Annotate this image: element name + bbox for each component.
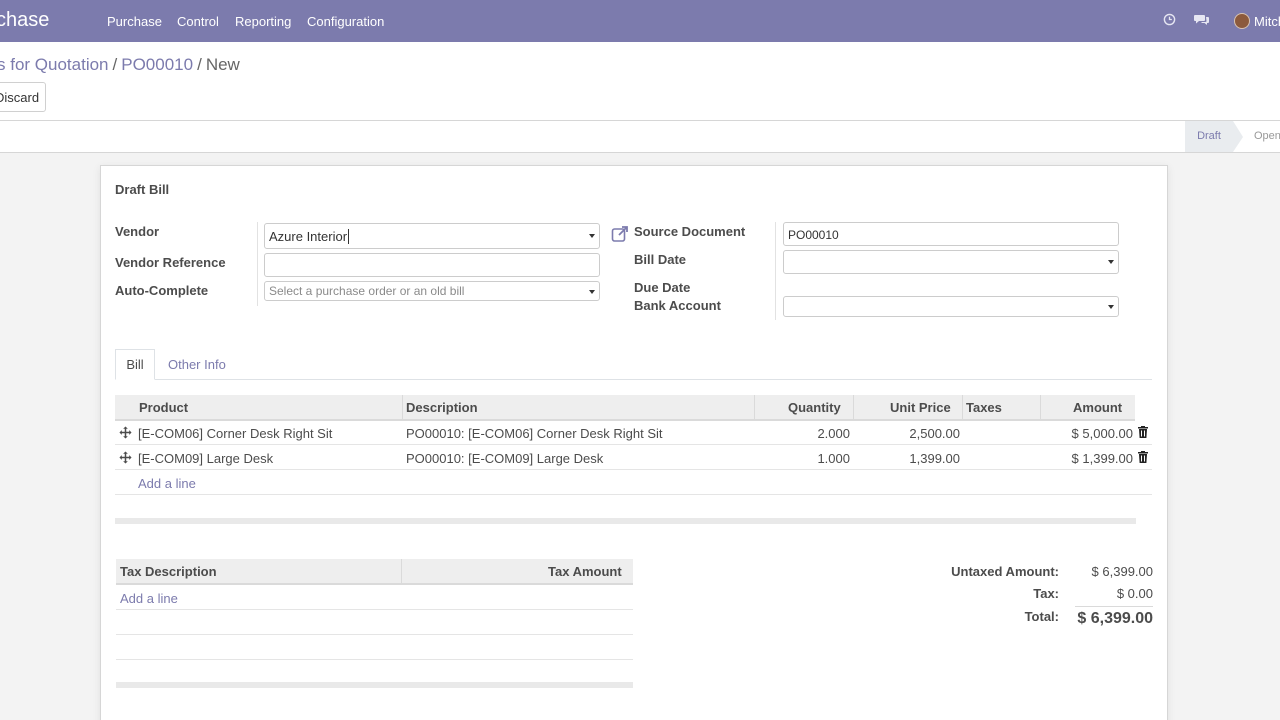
col-separator — [853, 395, 854, 419]
untaxed-amount-value: $ 6,399.00 — [1091, 564, 1153, 579]
table-row[interactable]: [E-COM09] Large Desk PO00010: [E-COM09] … — [115, 446, 1152, 470]
field-divider — [775, 222, 776, 320]
line-product[interactable]: [E-COM06] Corner Desk Right Sit — [138, 426, 332, 441]
line-product[interactable]: [E-COM09] Large Desk — [138, 451, 273, 466]
user-name[interactable]: Mitch — [1254, 14, 1280, 29]
due-date-label: Due Date — [634, 280, 691, 295]
tax-label: Tax: — [1033, 586, 1059, 601]
bill-date-label: Bill Date — [634, 252, 687, 267]
line-quantity[interactable]: 1.000 — [785, 451, 850, 466]
auto-complete-caret[interactable] — [589, 290, 595, 294]
line-unit-price[interactable]: 2,500.00 — [890, 426, 960, 441]
source-document-input[interactable]: PO00010 — [783, 222, 1119, 246]
vendor-value: Azure Interior — [269, 229, 348, 244]
tab-other-info[interactable]: Other Info — [168, 357, 226, 372]
total-label: Total: — [1024, 609, 1059, 624]
field-divider — [257, 222, 258, 306]
app-name[interactable]: chase — [0, 9, 49, 32]
col-tax-amount[interactable]: Tax Amount — [548, 564, 622, 579]
menu-reporting[interactable]: Reporting — [235, 14, 291, 29]
auto-complete-select[interactable]: Select a purchase order or an old bill — [264, 281, 600, 301]
col-product[interactable]: Product — [139, 400, 188, 415]
menu-configuration[interactable]: Configuration — [307, 14, 384, 29]
col-quantity[interactable]: Quantity — [788, 400, 841, 415]
source-document-label: Source Document — [634, 224, 746, 239]
tax-row-empty — [116, 635, 633, 660]
add-tax-line-link[interactable]: Add a line — [120, 591, 178, 606]
bill-date-caret[interactable] — [1108, 260, 1114, 264]
untaxed-amount-label: Untaxed Amount: — [951, 564, 1059, 579]
lines-table-header: Product Description Quantity Unit Price … — [115, 395, 1135, 421]
table-row[interactable]: [E-COM06] Corner Desk Right Sit PO00010:… — [115, 421, 1152, 445]
col-separator — [402, 395, 403, 419]
tab-bill[interactable]: Bill — [115, 349, 155, 380]
col-separator — [754, 395, 755, 419]
vendor-dropdown-caret[interactable] — [589, 234, 595, 238]
vendor-input[interactable]: Azure Interior — [264, 223, 600, 249]
clock-icon[interactable] — [1163, 13, 1176, 26]
trash-icon[interactable] — [1138, 451, 1148, 463]
add-line-link[interactable]: Add a line — [138, 476, 196, 491]
chat-icon[interactable] — [1194, 13, 1210, 27]
menu-purchase[interactable]: Purchase — [107, 14, 162, 29]
line-amount: $ 1,399.00 — [1071, 451, 1133, 466]
bank-account-label: Bank Account — [634, 298, 721, 313]
drag-handle-icon[interactable] — [119, 426, 132, 439]
tax-value: $ 0.00 — [1116, 586, 1153, 601]
form-title: Draft Bill — [115, 182, 170, 197]
status-arrow — [1233, 121, 1243, 152]
vendor-reference-label: Vendor Reference — [115, 255, 226, 270]
col-unit-price[interactable]: Unit Price — [890, 400, 951, 415]
add-line-row: Add a line — [115, 471, 1152, 495]
menu-control[interactable]: Control — [177, 14, 219, 29]
line-unit-price[interactable]: 1,399.00 — [890, 451, 960, 466]
add-line-row: Add a line — [116, 585, 633, 610]
breadcrumb-separator: / — [112, 55, 118, 74]
line-quantity[interactable]: 2.000 — [785, 426, 850, 441]
line-amount: $ 5,000.00 — [1071, 426, 1133, 441]
status-step-draft[interactable]: Draft — [1185, 121, 1233, 152]
col-taxes[interactable]: Taxes — [966, 400, 1002, 415]
line-description[interactable]: PO00010: [E-COM06] Corner Desk Right Sit — [406, 426, 663, 441]
breadcrumb-separator: / — [197, 55, 202, 74]
tax-table-footer-bar — [116, 682, 633, 688]
status-step-open[interactable]: Open — [1254, 121, 1280, 152]
col-separator — [1040, 395, 1041, 419]
user-avatar[interactable] — [1234, 13, 1250, 29]
vendor-reference-input[interactable] — [264, 253, 600, 277]
col-tax-description[interactable]: Tax Description — [120, 564, 217, 579]
breadcrumb-current: New — [205, 55, 240, 74]
totals-divider — [1075, 606, 1153, 607]
auto-complete-label: Auto-Complete — [115, 283, 209, 298]
external-link-icon[interactable] — [611, 225, 629, 243]
col-amount[interactable]: Amount — [1073, 400, 1122, 415]
drag-handle-icon[interactable] — [119, 451, 132, 464]
trash-icon[interactable] — [1138, 426, 1148, 438]
top-navbar: chase Purchase Control Reporting Configu… — [0, 0, 1280, 42]
table-footer-bar — [115, 518, 1136, 524]
col-description[interactable]: Description — [406, 400, 478, 415]
vendor-label: Vendor — [115, 224, 160, 239]
text-cursor — [348, 229, 350, 244]
total-value: $ 6,399.00 — [1077, 610, 1153, 627]
auto-complete-placeholder: Select a purchase order or an old bill — [269, 284, 465, 298]
discard-button[interactable]: Discard — [0, 82, 46, 112]
col-separator — [401, 559, 402, 583]
tax-table-header: Tax Description Tax Amount — [116, 559, 633, 585]
status-bar: Draft Open — [0, 120, 1280, 153]
line-description[interactable]: PO00010: [E-COM09] Large Desk — [406, 451, 603, 466]
bank-account-select[interactable] — [783, 296, 1119, 317]
breadcrumb-parent[interactable]: s for Quotation — [0, 55, 109, 74]
tab-underline — [115, 379, 1152, 380]
breadcrumb-record[interactable]: PO00010 — [121, 55, 193, 74]
tax-row-empty — [116, 610, 633, 635]
bank-account-caret[interactable] — [1108, 305, 1114, 309]
col-separator — [962, 395, 963, 419]
bill-date-input[interactable] — [783, 250, 1119, 274]
breadcrumb: s for Quotation / PO00010/New — [0, 55, 240, 75]
